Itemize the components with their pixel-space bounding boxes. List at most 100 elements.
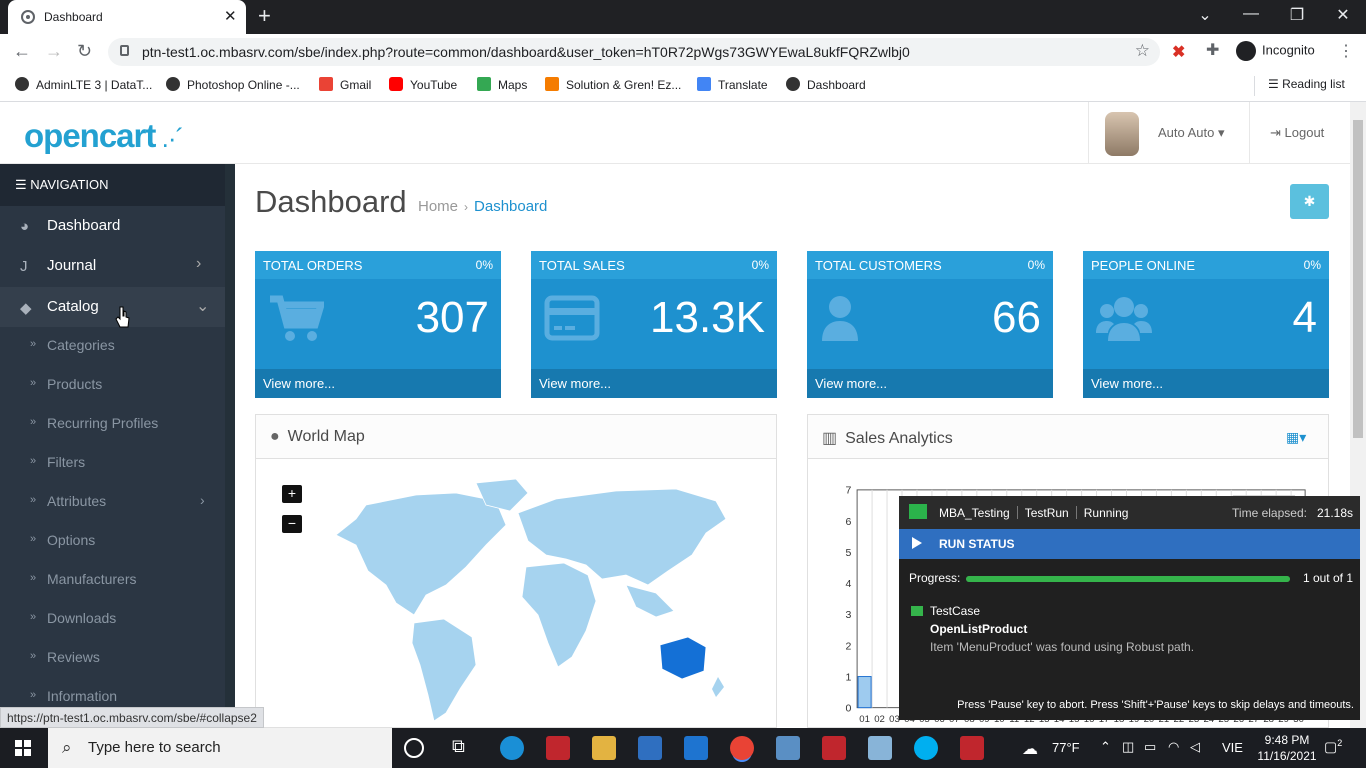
bookmark-dashboard[interactable]: Dashboard — [786, 77, 866, 92]
task-view-icon[interactable]: ⧉ — [452, 736, 476, 760]
sidebar-subitem-recurring-profiles[interactable]: » Recurring Profiles — [0, 405, 225, 444]
breadcrumb-home[interactable]: Home — [418, 198, 458, 215]
mouse-cursor-icon — [115, 306, 130, 328]
bookmark-adminlte[interactable]: AdminLTE 3 | DataT... — [15, 77, 152, 92]
breadcrumb-dashboard[interactable]: Dashboard — [474, 198, 547, 215]
sidebar-subitem-categories[interactable]: » Categories — [0, 327, 225, 366]
opencart-logo[interactable]: opencart .·´ — [24, 117, 184, 155]
language-indicator[interactable]: VIE — [1222, 740, 1243, 755]
chart-y-tick-label: 2 — [845, 640, 851, 652]
double-chevron-icon: » — [30, 377, 37, 389]
sidebar-item-dashboard[interactable]: ◕ Dashboard — [0, 206, 225, 246]
back-icon[interactable]: ← — [13, 41, 31, 62]
map-australia — [659, 636, 707, 680]
search-placeholder: Type here to search — [88, 739, 221, 756]
wifi-icon[interactable]: ◠ — [1168, 739, 1179, 755]
restore-icon[interactable]: ❐ — [1282, 5, 1312, 25]
bookmark-maps[interactable]: Maps — [477, 77, 527, 92]
remote-desktop-icon[interactable] — [776, 736, 800, 760]
bookmark-photoshop[interactable]: Photoshop Online -... — [166, 77, 300, 92]
sidebar-subitem-downloads[interactable]: » Downloads — [0, 600, 225, 639]
weather-temp[interactable]: 77°F — [1052, 740, 1080, 755]
bookmark-translate[interactable]: Translate — [697, 77, 768, 92]
windows-start-icon[interactable] — [15, 740, 31, 756]
user-menu[interactable]: Auto Auto ▾ — [1088, 102, 1248, 164]
sidebar-item-journal[interactable]: J Journal › — [0, 246, 225, 286]
view-more-link[interactable]: View more... — [1083, 369, 1329, 398]
notifications-icon[interactable]: ▢2 — [1324, 738, 1342, 756]
minimize-icon[interactable]: — — [1236, 5, 1266, 23]
tray-chevron-icon[interactable]: ⌃ — [1100, 739, 1111, 755]
bookmark-solution[interactable]: Solution & Gren! Ez... — [545, 77, 681, 92]
notes-icon[interactable] — [868, 736, 892, 760]
network-icon[interactable]: ◫ — [1122, 739, 1134, 755]
panel-heading: ▥ Sales Analytics — [808, 415, 1328, 459]
close-tab-icon[interactable]: ✕ — [224, 7, 237, 25]
clock[interactable]: 9:48 PM 11/16/2021 — [1255, 732, 1319, 764]
sidebar-subitem-reviews[interactable]: » Reviews — [0, 639, 225, 678]
tab-dashboard[interactable]: Dashboard ✕ — [8, 0, 246, 34]
world-map[interactable] — [296, 475, 746, 727]
bookmark-gmail[interactable]: Gmail — [319, 77, 371, 92]
incognito-profile[interactable]: Incognito — [1236, 41, 1315, 61]
run-state: Running — [1083, 506, 1129, 520]
forward-icon[interactable]: → — [45, 41, 63, 62]
settings-button[interactable]: ✱ — [1290, 184, 1329, 219]
app-rx-icon-3[interactable] — [960, 736, 984, 760]
sidebar-subitem-manufacturers[interactable]: » Manufacturers — [0, 561, 225, 600]
close-window-icon[interactable]: ✕ — [1328, 5, 1358, 25]
sidebar-subitem-options[interactable]: » Options — [0, 522, 225, 561]
edge-icon[interactable] — [500, 736, 524, 760]
store-icon[interactable] — [638, 736, 662, 760]
sidebar-subitem-attributes[interactable]: » Attributes › — [0, 483, 225, 522]
browser-menu-icon[interactable]: ⋮ — [1338, 41, 1354, 61]
progress-count: 1 out of 1 — [1302, 571, 1353, 585]
view-more-link[interactable]: View more... — [531, 369, 777, 398]
cart-icon — [270, 295, 324, 341]
url-text: ptn-test1.oc.mbasrv.com/sbe/index.php?ro… — [142, 44, 910, 60]
address-bar[interactable]: ptn-test1.oc.mbasrv.com/sbe/index.php?ro… — [108, 38, 1160, 66]
sidebar-subitem-label: Filters — [47, 454, 86, 470]
double-chevron-icon: » — [30, 455, 37, 467]
scrollbar-thumb[interactable] — [1353, 120, 1363, 438]
volume-icon[interactable]: ◁ — [1190, 739, 1200, 755]
bookmark-star-icon[interactable]: ☆ — [1135, 41, 1150, 61]
sidebar-item-catalog[interactable]: ◆ Catalog ⌄ — [0, 287, 225, 327]
search-icon: ⌕ — [62, 738, 72, 757]
panel-heading: ● World Map — [256, 415, 776, 459]
sidebar-subitem-filters[interactable]: » Filters — [0, 444, 225, 483]
chrome-icon[interactable] — [730, 736, 754, 760]
skype-icon[interactable] — [914, 736, 938, 760]
browser-toolbar: ← → ↻ ptn-test1.oc.mbasrv.com/sbe/index.… — [0, 34, 1366, 70]
calendar-dropdown-icon[interactable]: ▦▾ — [1286, 429, 1306, 446]
bar-chart-icon: ▥ — [822, 430, 838, 447]
tab-search-icon[interactable]: ⌄ — [1190, 5, 1220, 25]
sidebar-subitem-products[interactable]: » Products — [0, 366, 225, 405]
sidebar-subitem-label: Information — [47, 688, 118, 704]
battery-icon[interactable]: ▭ — [1144, 739, 1156, 755]
bookmarks-bar: AdminLTE 3 | DataT... Photoshop Online -… — [0, 70, 1366, 102]
double-chevron-icon: » — [30, 611, 37, 623]
logout-button[interactable]: ⇥ Logout — [1249, 102, 1350, 164]
run-status-header[interactable]: RUN STATUS — [899, 529, 1360, 559]
file-explorer-icon[interactable] — [592, 736, 616, 760]
mail-icon[interactable] — [684, 736, 708, 760]
app-rx-icon-2[interactable] — [822, 736, 846, 760]
taskbar-search[interactable]: ⌕ Type here to search — [48, 728, 392, 768]
tile-title: TOTAL CUSTOMERS — [815, 258, 942, 273]
app-rx-icon[interactable] — [546, 736, 570, 760]
extension-icon[interactable]: ✖ — [1172, 42, 1185, 62]
reading-list-button[interactable]: ☰ Reading list — [1268, 77, 1345, 91]
view-more-link[interactable]: View more... — [807, 369, 1053, 398]
reload-icon[interactable]: ↻ — [77, 41, 92, 62]
puzzle-icon[interactable]: ✚ — [1206, 40, 1219, 60]
view-more-link[interactable]: View more... — [255, 369, 501, 398]
double-chevron-icon: » — [30, 494, 37, 506]
weather-icon[interactable]: ☁ — [1022, 739, 1038, 759]
new-tab-button[interactable]: + — [258, 4, 271, 28]
chart-y-tick-label: 7 — [845, 485, 851, 497]
bookmark-youtube[interactable]: YouTube — [389, 77, 457, 92]
tile-title: PEOPLE ONLINE — [1091, 258, 1196, 273]
cortana-icon[interactable] — [404, 738, 424, 758]
sidebar: ☰ NAVIGATION ◕ Dashboard J Journal › ◆ C… — [0, 164, 235, 728]
